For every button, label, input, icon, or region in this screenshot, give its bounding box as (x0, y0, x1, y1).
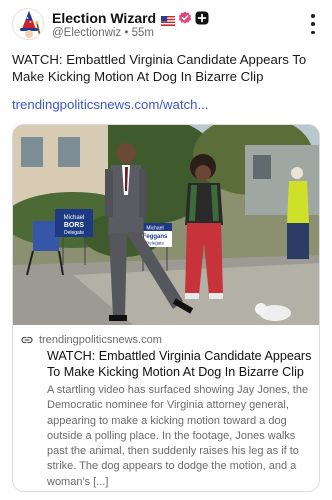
sign2-line-1: Michael (146, 226, 163, 232)
wizard-avatar-image (13, 9, 43, 39)
flag-icon (161, 13, 176, 26)
post-time[interactable]: 55m (132, 27, 154, 39)
author-name-row: Election Wizard (52, 10, 209, 26)
card-domain-row: trendingpoliticsnews.com (21, 332, 313, 348)
author-display-name[interactable]: Election Wizard (52, 10, 156, 26)
card-title[interactable]: WATCH: Embattled Virginia Candidate Appe… (47, 349, 313, 380)
author-handle[interactable]: @Electionwiz (52, 27, 121, 39)
link-preview-card[interactable]: Michael BORS Delegate Michael Feggans De… (12, 124, 320, 492)
post-link[interactable]: trendingpoliticsnews.com/watch... (12, 97, 208, 112)
card-body: trendingpoliticsnews.com WATCH: Embattle… (13, 325, 319, 490)
card-description: A startling video has surfaced showing J… (47, 384, 309, 488)
avatar[interactable] (12, 8, 44, 40)
sign2-line-3: Delegate (146, 241, 165, 246)
plus-icon (195, 11, 209, 25)
post-header: Election Wizard @Electionwiz • 55m (12, 8, 320, 42)
author-meta: @Electionwiz • 55m (52, 27, 154, 39)
link-icon (21, 336, 33, 344)
card-image[interactable]: Michael BORS Delegate Michael Feggans De… (13, 125, 320, 325)
more-options-icon[interactable] (306, 14, 320, 34)
post-text: WATCH: Embattled Virginia Candidate Appe… (12, 52, 307, 84)
sign-line-2: BORS (64, 222, 85, 229)
sign2-line-2: Feggans (143, 234, 168, 240)
sign-line-3: Delegate (64, 230, 84, 236)
sign-line-1: Michael (64, 215, 85, 221)
meta-separator: • (124, 27, 129, 39)
card-domain: trendingpoliticsnews.com (39, 334, 162, 346)
verified-icon (178, 11, 192, 25)
